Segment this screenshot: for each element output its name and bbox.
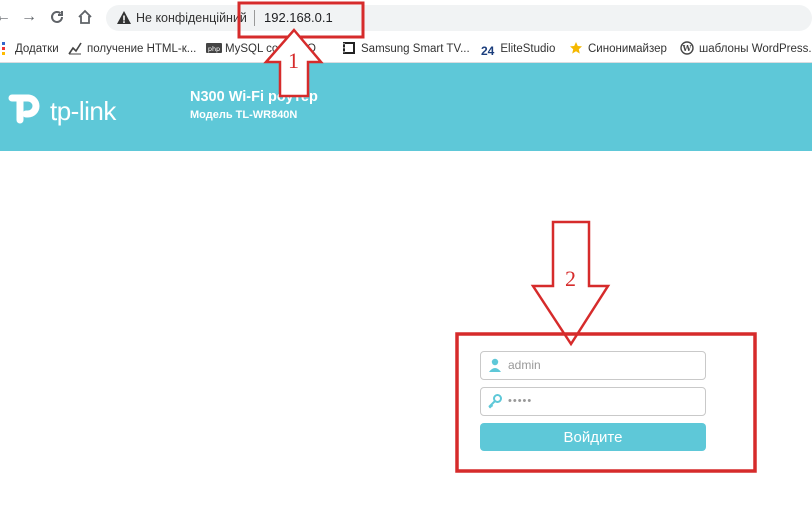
annotation-overlay [237,1,757,473]
annotation-step-2: 2 [565,266,576,291]
annotation-step-1: 1 [288,48,299,73]
login-highlight-box [455,332,757,473]
url-highlight-box [237,1,365,39]
